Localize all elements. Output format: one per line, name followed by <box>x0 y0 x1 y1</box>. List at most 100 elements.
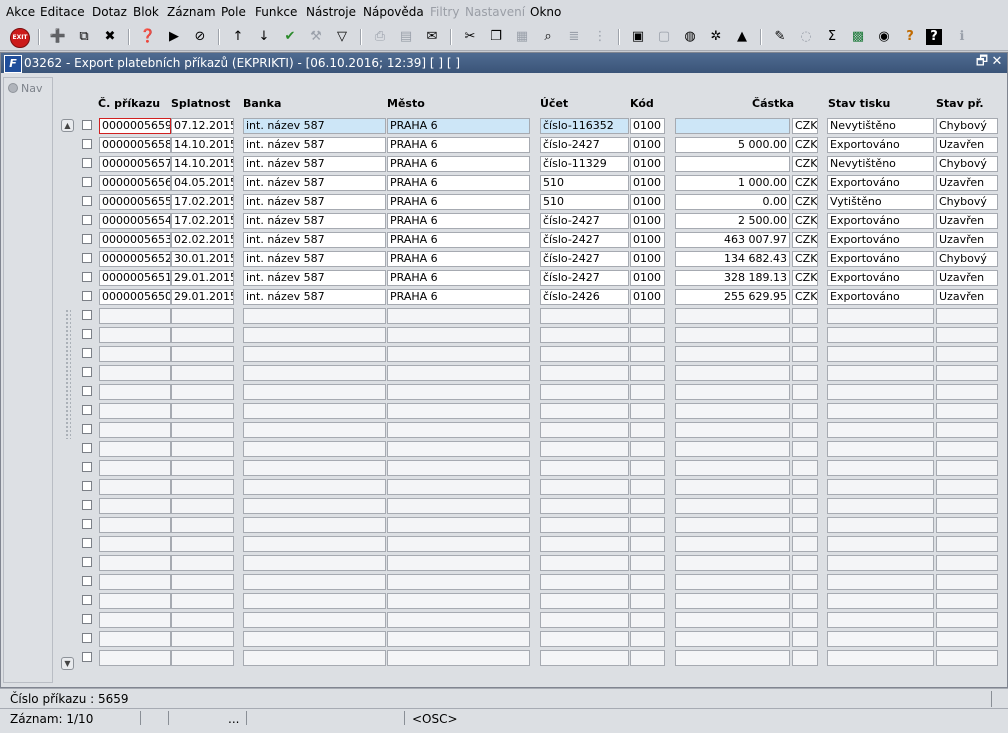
cell-mena[interactable] <box>792 403 818 419</box>
nav-panel[interactable]: Nav <box>3 77 53 683</box>
copy-icon[interactable]: ❐ <box>486 27 506 47</box>
cell-stav-pr[interactable] <box>936 422 998 438</box>
cell-splatnost[interactable] <box>171 441 234 457</box>
cell-ucet[interactable]: číslo-2427 <box>540 251 629 267</box>
cell-mesto[interactable] <box>387 498 530 514</box>
cell-mena[interactable] <box>792 365 818 381</box>
cell-castka[interactable] <box>675 631 790 647</box>
cell-kod[interactable]: 0100 <box>630 251 665 267</box>
cell-mena[interactable] <box>792 517 818 533</box>
cell-stav-pr[interactable] <box>936 593 998 609</box>
cell-mesto[interactable] <box>387 593 530 609</box>
cell-stav-tisku[interactable]: Exportováno <box>827 270 934 286</box>
cell-kod[interactable] <box>630 517 665 533</box>
cell-stav-pr[interactable] <box>936 479 998 495</box>
cell-banka[interactable] <box>243 555 386 571</box>
cell-castka[interactable] <box>675 384 790 400</box>
cell-splatnost[interactable]: 29.01.2015 <box>171 270 234 286</box>
row-checkbox[interactable] <box>82 291 92 301</box>
row-checkbox[interactable] <box>82 595 92 605</box>
cell-mesto[interactable] <box>387 650 530 666</box>
cell-mena[interactable]: CZK <box>792 289 818 305</box>
cell-castka[interactable] <box>675 327 790 343</box>
cell-kod[interactable] <box>630 422 665 438</box>
cell-mesto[interactable] <box>387 555 530 571</box>
cell-splatnost[interactable]: 17.02.2015 <box>171 194 234 210</box>
cell-mena[interactable] <box>792 422 818 438</box>
menu-blok[interactable]: Blok <box>133 5 159 19</box>
cell-mesto[interactable]: PRAHA 6 <box>387 156 530 172</box>
cell-stav-pr[interactable] <box>936 365 998 381</box>
cell-banka[interactable] <box>243 308 386 324</box>
cell-stav-pr[interactable] <box>936 327 998 343</box>
cell-banka[interactable] <box>243 650 386 666</box>
cell-splatnost[interactable]: 14.10.2015 <box>171 156 234 172</box>
cell-mesto[interactable] <box>387 346 530 362</box>
send-mail-icon[interactable]: ✉ <box>422 27 442 47</box>
scroll-track[interactable] <box>65 309 71 439</box>
scroll-up-icon[interactable]: ▲ <box>61 119 74 132</box>
cell-castka[interactable] <box>675 308 790 324</box>
cell-banka[interactable] <box>243 403 386 419</box>
cell-stav-pr[interactable] <box>936 574 998 590</box>
cell-mesto[interactable] <box>387 574 530 590</box>
cell-mena[interactable]: CZK <box>792 118 818 134</box>
close-window-button[interactable]: ✕ <box>990 55 1004 69</box>
cell-stav-pr[interactable]: Uzavřen <box>936 175 998 191</box>
cell-banka[interactable]: int. název 587 <box>243 137 386 153</box>
row-checkbox[interactable] <box>82 272 92 282</box>
cell-castka[interactable] <box>675 403 790 419</box>
edit-chart-icon[interactable]: ✎ <box>770 27 790 47</box>
cell-splatnost[interactable]: 17.02.2015 <box>171 213 234 229</box>
cell-stav-pr[interactable]: Uzavřen <box>936 137 998 153</box>
row-checkbox[interactable] <box>82 386 92 396</box>
cell-prikaz[interactable] <box>99 593 171 609</box>
sort-descending-icon[interactable]: ↓ <box>254 27 274 47</box>
cell-ucet[interactable] <box>540 346 629 362</box>
cell-splatnost[interactable] <box>171 574 234 590</box>
menu-akce[interactable]: Akce <box>6 5 35 19</box>
cell-mena[interactable] <box>792 650 818 666</box>
row-checkbox[interactable] <box>82 253 92 263</box>
row-checkbox[interactable] <box>82 234 92 244</box>
cell-stav-tisku[interactable] <box>827 631 934 647</box>
cell-prikaz[interactable]: 0000005653 <box>99 232 171 248</box>
cell-prikaz[interactable] <box>99 517 171 533</box>
cell-stav-tisku[interactable]: Exportováno <box>827 251 934 267</box>
cell-stav-pr[interactable] <box>936 536 998 552</box>
row-checkbox[interactable] <box>82 538 92 548</box>
row-checkbox[interactable] <box>82 158 92 168</box>
menu-napoveda[interactable]: Nápověda <box>363 5 424 19</box>
cell-kod[interactable]: 0100 <box>630 213 665 229</box>
cell-stav-tisku[interactable] <box>827 384 934 400</box>
cell-splatnost[interactable]: 30.01.2015 <box>171 251 234 267</box>
insert-record-icon[interactable]: ➕ <box>48 27 68 47</box>
filter-icon[interactable]: ▽ <box>332 27 352 47</box>
scroll-down-icon[interactable]: ▼ <box>61 657 74 670</box>
cell-stav-tisku[interactable]: Exportováno <box>827 175 934 191</box>
row-checkbox[interactable] <box>82 462 92 472</box>
row-checkbox[interactable] <box>82 139 92 149</box>
cell-splatnost[interactable] <box>171 631 234 647</box>
cell-stav-tisku[interactable] <box>827 460 934 476</box>
cell-banka[interactable]: int. název 587 <box>243 213 386 229</box>
cell-prikaz[interactable] <box>99 612 171 628</box>
cell-prikaz[interactable]: 0000005654 <box>99 213 171 229</box>
cell-kod[interactable] <box>630 346 665 362</box>
row-checkbox[interactable] <box>82 519 92 529</box>
cell-stav-tisku[interactable] <box>827 327 934 343</box>
cell-prikaz[interactable]: 0000005655 <box>99 194 171 210</box>
duplicate-record-icon[interactable]: ⧉ <box>74 27 94 47</box>
menu-okno[interactable]: Okno <box>530 5 561 19</box>
tree-icon[interactable]: ⋮ <box>590 27 610 47</box>
cell-mesto[interactable] <box>387 517 530 533</box>
cell-mesto[interactable]: PRAHA 6 <box>387 118 530 134</box>
cell-castka[interactable] <box>675 441 790 457</box>
cell-kod[interactable] <box>630 498 665 514</box>
cell-mena[interactable] <box>792 631 818 647</box>
cell-prikaz[interactable] <box>99 631 171 647</box>
cell-splatnost[interactable] <box>171 555 234 571</box>
cell-castka[interactable] <box>675 536 790 552</box>
search-icon[interactable]: ⌕ <box>538 27 558 47</box>
cell-banka[interactable]: int. název 587 <box>243 194 386 210</box>
